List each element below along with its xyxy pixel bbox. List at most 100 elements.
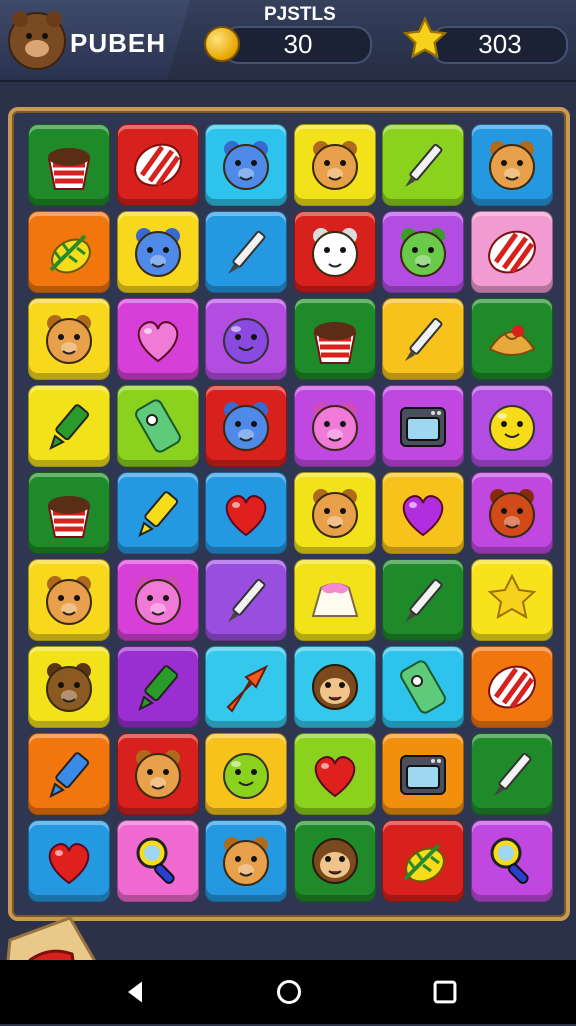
tile-striped-candy[interactable] <box>470 646 553 728</box>
tile-lion[interactable] <box>28 559 110 641</box>
tile-magnifier[interactable] <box>116 820 199 902</box>
tile-pencil[interactable] <box>205 211 287 293</box>
pudding-cup-icon <box>47 148 91 190</box>
blue-bear-icon <box>223 402 269 451</box>
bear-face-icon[interactable] <box>8 11 66 70</box>
lion-icon <box>311 489 358 538</box>
tile-magnifier[interactable] <box>470 820 553 902</box>
tile-phone-gadget[interactable] <box>116 385 199 467</box>
green-crayon-icon <box>49 404 90 450</box>
green-crayon-icon <box>137 665 178 711</box>
magnifier-icon <box>490 837 529 884</box>
tile-heart-purple[interactable] <box>382 472 464 554</box>
tile-green-crayon[interactable] <box>28 385 110 467</box>
pencil-icon <box>228 578 266 622</box>
lion-icon <box>488 141 535 190</box>
tile-pudding-cup[interactable] <box>28 472 110 554</box>
tile-heart-pink[interactable] <box>116 298 199 380</box>
tile-striped-candy[interactable] <box>116 124 199 206</box>
oven-icon <box>400 407 446 447</box>
monkey-icon <box>311 838 358 884</box>
tile-blue-bear[interactable] <box>205 124 287 206</box>
pink-bear-icon <box>134 576 181 625</box>
tile-lion[interactable] <box>28 298 110 380</box>
oven-icon <box>400 755 446 795</box>
top-bar: PUBEH PJSTLS 30 303 <box>0 0 576 82</box>
tile-leaf-lemon[interactable] <box>28 211 110 293</box>
tile-heart-red[interactable] <box>205 472 287 554</box>
tile-purple-blob[interactable] <box>205 298 287 380</box>
tile-white-bear[interactable] <box>293 211 376 293</box>
tile-pencil[interactable] <box>382 559 464 641</box>
pencil-icon <box>405 578 443 622</box>
tile-pudding-cup[interactable] <box>293 298 376 380</box>
heart-red-icon <box>225 495 267 537</box>
tile-pencil[interactable] <box>382 298 464 380</box>
back-triangle-icon[interactable] <box>95 960 175 1024</box>
tile-cake-slice[interactable] <box>293 559 376 641</box>
pudding-cup-icon <box>313 322 356 364</box>
tile-pencil[interactable] <box>470 733 553 815</box>
monkey-icon <box>311 664 358 710</box>
green-bear-icon <box>400 228 446 277</box>
striped-candy-icon <box>133 143 182 187</box>
tile-lion[interactable] <box>116 733 199 815</box>
tile-oven[interactable] <box>382 733 464 815</box>
player-name: PUBEH <box>70 28 167 58</box>
tile-yellow-crayon[interactable] <box>116 472 199 554</box>
tile-croissant[interactable] <box>470 298 553 380</box>
tile-heart-red[interactable] <box>293 733 376 815</box>
leaf-lemon-icon <box>403 843 445 883</box>
lion-icon <box>311 141 358 190</box>
home-circle-icon[interactable] <box>249 960 329 1024</box>
tile-pink-bear[interactable] <box>116 559 199 641</box>
tile-lion[interactable] <box>293 472 376 554</box>
tile-lion[interactable] <box>293 124 376 206</box>
star-count: 303 <box>478 29 522 59</box>
tile-red-bear[interactable] <box>470 472 553 554</box>
tile-pencil[interactable] <box>382 124 464 206</box>
tile-striped-candy[interactable] <box>470 211 553 293</box>
cake-slice-icon <box>311 583 358 617</box>
magnifier-icon <box>136 837 175 884</box>
scores-title: PJSTLS <box>264 4 336 25</box>
purple-blob-icon <box>223 318 269 364</box>
tile-blue-bear[interactable] <box>116 211 199 293</box>
yellow-blob-icon <box>488 405 535 451</box>
tile-blue-bear[interactable] <box>205 385 287 467</box>
gold-coin-icon <box>204 26 240 62</box>
tile-lion[interactable] <box>470 124 553 206</box>
pencil-icon <box>405 143 443 187</box>
tile-monkey[interactable] <box>293 820 376 902</box>
tile-leaf-lemon[interactable] <box>382 820 464 902</box>
heart-red-icon <box>48 843 90 885</box>
lion-icon <box>46 576 92 625</box>
tile-oven[interactable] <box>382 385 464 467</box>
lion-icon <box>223 837 269 886</box>
tile-pink-bear[interactable] <box>293 385 376 467</box>
tile-pudding-cup[interactable] <box>28 124 110 206</box>
tile-yellow-blob[interactable] <box>470 385 553 467</box>
tile-green-bear[interactable] <box>382 211 464 293</box>
pencil-icon <box>228 230 266 274</box>
yellow-crayon-icon <box>137 491 178 537</box>
tile-heart-red[interactable] <box>28 820 110 902</box>
red-bear-icon <box>488 489 535 538</box>
tile-blue-crayon[interactable] <box>28 733 110 815</box>
tile-brown-bear[interactable] <box>28 646 110 728</box>
tile-green-crayon[interactable] <box>116 646 199 728</box>
tile-phone-gadget[interactable] <box>382 646 464 728</box>
tile-monkey[interactable] <box>293 646 376 728</box>
tile-arrow-up[interactable] <box>205 646 287 728</box>
lion-icon <box>46 315 92 364</box>
tile-star[interactable] <box>470 559 553 641</box>
tile-lion[interactable] <box>205 820 287 902</box>
tile-pencil[interactable] <box>205 559 287 641</box>
striped-candy-icon <box>487 230 536 274</box>
tile-lime-blob[interactable] <box>205 733 287 815</box>
blue-bear-icon <box>223 141 269 190</box>
coin-count: 30 <box>283 29 313 59</box>
recents-square-icon[interactable] <box>405 960 485 1024</box>
lime-blob-icon <box>223 753 269 799</box>
star-icon <box>402 16 448 59</box>
